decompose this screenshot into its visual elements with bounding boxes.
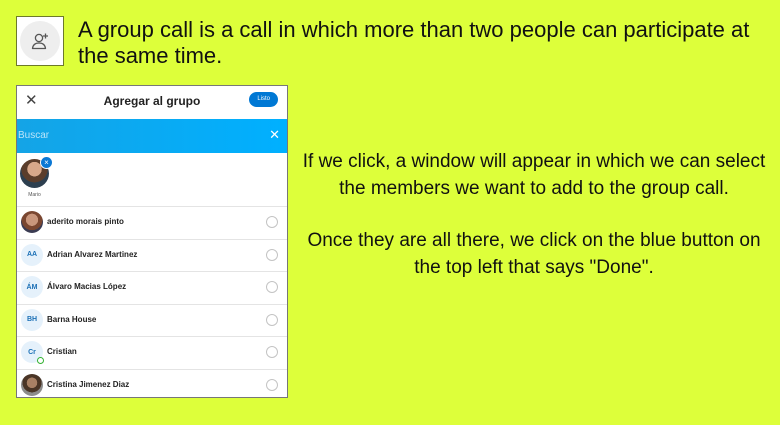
- contact-name: Adrian Alvarez Martinez: [47, 249, 138, 259]
- list-item[interactable]: ÁM Álvaro Macias López: [17, 271, 287, 304]
- add-to-group-button[interactable]: [16, 16, 64, 66]
- select-radio[interactable]: [266, 216, 278, 228]
- select-radio[interactable]: [266, 248, 278, 261]
- avatar: [21, 373, 43, 396]
- remove-selected-icon[interactable]: ×: [40, 156, 53, 169]
- done-button[interactable]: Listo: [249, 92, 278, 107]
- dialog-header: ✕ Agregar al grupo Listo: [17, 86, 287, 119]
- list-item[interactable]: BH Barna House: [17, 303, 287, 337]
- select-radio[interactable]: [266, 378, 278, 391]
- intro-text: A group call is a call in which more tha…: [78, 17, 750, 68]
- contact-name: Álvaro Macias López: [47, 282, 127, 291]
- contact-name: aderito morais pinto: [47, 217, 124, 226]
- list-item[interactable]: Cristina Jimenez Diaz: [17, 368, 287, 398]
- search-placeholder: Buscar: [18, 130, 50, 141]
- avatar: BH: [21, 308, 43, 331]
- contact-name: Cristian: [47, 347, 77, 356]
- explanation-paragraph: If we click, a window will appear in whi…: [302, 151, 766, 199]
- dialog-title: Agregar al grupo: [103, 94, 201, 108]
- explanation-text: If we click, a window will appear in whi…: [300, 149, 768, 281]
- avatar: [21, 211, 43, 233]
- selected-member-name: Mario: [28, 192, 41, 198]
- contact-name: Barna House: [47, 314, 97, 324]
- add-to-group-dialog: ✕ Agregar al grupo Listo Buscar ✕ × Mari…: [16, 85, 288, 398]
- list-item[interactable]: aderito morais pinto: [17, 206, 287, 239]
- avatar: ÁM: [21, 276, 43, 298]
- select-radio[interactable]: [266, 281, 278, 293]
- list-item[interactable]: AA Adrian Alvarez Martinez: [17, 238, 287, 272]
- avatar: AA: [21, 243, 43, 266]
- clear-search-icon[interactable]: ✕: [269, 128, 280, 142]
- contact-name: Cristina Jimenez Diaz: [47, 379, 130, 389]
- selected-members: × Mario: [17, 153, 287, 206]
- search-input[interactable]: Buscar ✕: [17, 119, 287, 153]
- select-radio[interactable]: [266, 313, 278, 326]
- explanation-paragraph: Once they are all there, we click on the…: [307, 230, 761, 278]
- select-radio[interactable]: [266, 346, 278, 358]
- list-item[interactable]: Cr Cristian: [17, 336, 287, 369]
- online-status-icon: [37, 357, 44, 364]
- add-person-icon: [20, 21, 60, 61]
